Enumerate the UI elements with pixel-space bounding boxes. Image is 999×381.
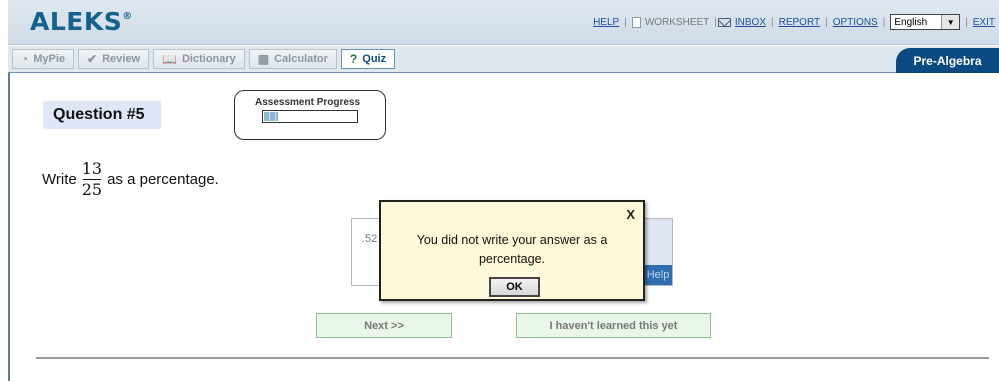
progress-label: Assessment Progress bbox=[255, 97, 361, 108]
tabs: ◔ MyPie ✔ Review 📖 Dictionary ▦ Calculat… bbox=[12, 49, 396, 69]
fraction-numerator: 13 bbox=[81, 159, 103, 178]
top-links: HELP | WORKSHEET | INBOX | REPORT | OPTI… bbox=[589, 12, 999, 32]
language-value: English bbox=[894, 16, 928, 28]
dropdown-arrow-icon[interactable]: ▼ bbox=[941, 15, 960, 29]
aleks-logo: ALEKS® bbox=[30, 7, 133, 36]
top-header: ALEKS® HELP | WORKSHEET | INBOX | REPORT… bbox=[8, 0, 999, 45]
fraction-denominator: 25 bbox=[81, 180, 103, 199]
exit-link[interactable]: EXIT bbox=[969, 17, 999, 28]
tab-calculator[interactable]: ▦ Calculator bbox=[248, 49, 337, 69]
prompt-after: as a percentage. bbox=[107, 171, 219, 188]
close-icon[interactable]: X bbox=[626, 207, 635, 222]
tab-label: MyPie bbox=[33, 53, 66, 65]
fraction: 13 25 bbox=[82, 160, 102, 199]
next-button[interactable]: Next >> bbox=[316, 313, 452, 338]
question-label: Question #5 bbox=[43, 101, 161, 129]
tab-mypie[interactable]: ◔ MyPie bbox=[12, 49, 75, 69]
popup-message: You did not write your answer as a perce… bbox=[416, 233, 608, 266]
not-learned-button[interactable]: I haven't learned this yet bbox=[516, 313, 711, 338]
divider bbox=[36, 357, 989, 359]
tab-quiz[interactable]: ? Quiz bbox=[340, 49, 396, 69]
pie-icon: ◔ bbox=[21, 52, 29, 66]
report-link[interactable]: REPORT bbox=[775, 17, 825, 28]
tab-label: Quiz bbox=[362, 53, 387, 65]
worksheet-label: WORKSHEET bbox=[644, 16, 710, 28]
separator: | bbox=[882, 16, 886, 28]
worksheet-link[interactable]: WORKSHEET bbox=[628, 16, 713, 28]
tab-review[interactable]: ✔ Review bbox=[78, 49, 150, 69]
book-icon: 📖 bbox=[162, 52, 177, 66]
mail-icon bbox=[717, 17, 731, 27]
ok-button[interactable]: OK bbox=[489, 277, 540, 297]
left-border bbox=[8, 73, 10, 381]
options-link[interactable]: OPTIONS bbox=[829, 17, 882, 28]
help-button[interactable]: Help bbox=[644, 265, 672, 285]
document-icon bbox=[631, 16, 641, 28]
progress-fill bbox=[264, 112, 279, 121]
calculator-icon: ▦ bbox=[257, 52, 270, 66]
course-title: Pre-Algebra bbox=[896, 48, 999, 73]
check-icon: ✔ bbox=[87, 52, 98, 66]
error-popup: X You did not write your answer as a per… bbox=[379, 200, 645, 301]
tab-label: Dictionary bbox=[181, 53, 236, 65]
logo-registered-mark: ® bbox=[122, 11, 133, 22]
progress-bar bbox=[262, 110, 358, 123]
tab-label: Review bbox=[102, 53, 141, 65]
answer-input[interactable]: .52 bbox=[362, 233, 377, 245]
tab-dictionary[interactable]: 📖 Dictionary bbox=[153, 49, 245, 69]
assessment-progress: Assessment Progress bbox=[234, 90, 386, 140]
tab-label: Calculator bbox=[274, 53, 328, 65]
inbox-link[interactable]: INBOX bbox=[731, 17, 770, 28]
problem-text: Write 13 25 as a percentage. bbox=[42, 160, 219, 199]
language-select[interactable]: English ▼ bbox=[890, 14, 961, 30]
prompt-before: Write bbox=[42, 171, 77, 188]
logo-text: ALEKS bbox=[30, 7, 123, 36]
help-link[interactable]: HELP bbox=[589, 17, 623, 28]
tab-bar: ◔ MyPie ✔ Review 📖 Dictionary ▦ Calculat… bbox=[8, 46, 999, 73]
quiz-icon: ? bbox=[349, 52, 358, 66]
